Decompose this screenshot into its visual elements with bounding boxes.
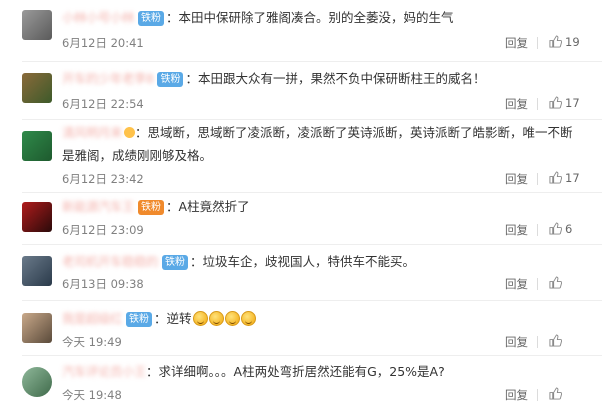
fan-badge: 铁粉 — [157, 72, 184, 87]
reply-button[interactable]: 回复 — [505, 222, 528, 238]
avatar[interactable] — [22, 10, 52, 40]
comment-item: 老司机开车稳稳的 铁粉 ：垃圾车企，歧视国人，特供车不能买。 6月13日 09:38… — [0, 244, 602, 300]
fan-badge: 铁粉 — [162, 255, 189, 270]
like-count: 17 — [565, 171, 580, 185]
like-button[interactable]: 17 — [549, 171, 580, 185]
like-button[interactable]: 6 — [549, 222, 572, 236]
thumbs-up-icon — [549, 171, 562, 184]
reply-button[interactable]: 回复 — [505, 35, 528, 51]
like-count: 19 — [565, 35, 580, 49]
reply-button[interactable]: 回复 — [505, 171, 528, 187]
like-count: 17 — [565, 96, 580, 110]
smile-emoji — [240, 311, 256, 326]
like-button[interactable]: 19 — [549, 35, 580, 49]
avatar[interactable] — [22, 367, 52, 397]
comment-item: 小林小号小林 铁粉 ：本田中保研除了雅阁凑合。别的全萎没，妈的生气 6月12日 20… — [0, 0, 602, 61]
like-button[interactable] — [549, 334, 565, 348]
smile-emoji — [208, 311, 224, 326]
fan-badge: 铁粉 — [138, 11, 165, 26]
thumbs-up-icon — [549, 96, 562, 109]
username[interactable]: 小林小号小林 — [62, 9, 135, 27]
reply-button[interactable]: 回复 — [505, 96, 528, 112]
avatar[interactable] — [22, 313, 52, 343]
like-button[interactable]: 17 — [549, 96, 580, 110]
comment-time: 6月12日 23:09 — [62, 223, 144, 237]
comment-time: 今天 19:48 — [62, 388, 122, 402]
avatar[interactable] — [22, 202, 52, 232]
comment-text: ：本田中保研除了雅阁凑合。别的全萎没，妈的生气 — [166, 10, 454, 25]
like-button[interactable] — [549, 387, 565, 401]
username[interactable]: 开车的少年老李8 — [62, 70, 154, 88]
username[interactable]: 汽车评论员小王 — [62, 363, 147, 381]
username[interactable]: 我是超级红 — [62, 310, 123, 328]
comment-text-continued: 是雅阁，成绩刚刚够及格。 — [62, 148, 213, 163]
comment-text: ：逆转 — [154, 311, 192, 326]
fan-badge: 铁粉 — [138, 200, 165, 215]
avatar[interactable] — [22, 73, 52, 103]
username[interactable]: 老司机开车稳稳的 — [62, 253, 159, 271]
avatar[interactable] — [22, 131, 52, 161]
reply-button[interactable]: 回复 — [505, 334, 528, 350]
comment-item: 清风明月来 ：思域断，思域断了凌派断，凌派断了英诗派断，英诗派断了皓影断，唯一不断… — [0, 119, 602, 192]
thumbs-up-icon — [549, 35, 562, 48]
comment-item: 开车的少年老李8 铁粉 ：本田跟大众有一拼，果然不负中保研断柱王的威名！ 6月12日… — [0, 61, 602, 119]
comment-time: 6月12日 20:41 — [62, 36, 144, 50]
smile-emoji — [224, 311, 240, 326]
smile-emoji — [192, 311, 208, 326]
reply-button[interactable]: 回复 — [505, 276, 528, 292]
comment-text: ：A柱竟然折了 — [166, 199, 250, 214]
thumbs-up-icon — [549, 276, 562, 289]
comment-text: ：求详细啊。。。A柱两处弯折居然还能有G，25%是A? — [146, 364, 445, 379]
comment-text: ：思域断，思域断了凌派断，凌派断了英诗派断，英诗派断了皓影断，唯一不断 — [135, 125, 573, 140]
comment-item: 我是超级红 铁粉 ：逆转 今天 19:49 回复 — [0, 300, 602, 355]
fan-badge: 铁粉 — [126, 312, 153, 327]
comment-time: 今天 19:49 — [62, 335, 122, 349]
thumbs-up-icon — [549, 387, 562, 400]
verified-icon — [124, 127, 136, 138]
comment-text: ：垃圾车企，歧视国人，特供车不能买。 — [190, 254, 416, 269]
thumbs-up-icon — [549, 222, 562, 235]
comment-time: 6月12日 22:54 — [62, 97, 144, 111]
like-count: 6 — [565, 222, 573, 236]
comment-item: 新能源汽车王 铁粉 ：A柱竟然折了 6月12日 23:09 回复 6 — [0, 192, 602, 244]
username[interactable]: 新能源汽车王 — [62, 198, 135, 216]
reply-button[interactable]: 回复 — [505, 387, 528, 403]
avatar[interactable] — [22, 256, 52, 286]
like-button[interactable] — [549, 276, 565, 290]
thumbs-up-icon — [549, 334, 562, 347]
comment-item: 汽车评论员小王：求详细啊。。。A柱两处弯折居然还能有G，25%是A? 今天 19… — [0, 355, 602, 412]
comment-time: 6月12日 23:42 — [62, 172, 144, 186]
comment-time: 6月13日 09:38 — [62, 277, 144, 291]
username[interactable]: 清风明月来 — [62, 124, 123, 142]
comment-text: ：本田跟大众有一拼，果然不负中保研断柱王的威名！ — [185, 71, 486, 86]
